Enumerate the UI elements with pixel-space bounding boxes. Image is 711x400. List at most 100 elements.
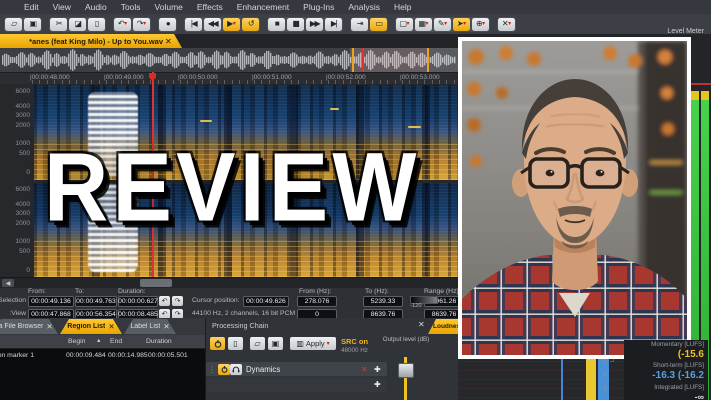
ruler-tick	[224, 80, 225, 84]
move-tool-button[interactable]: ➤▾	[453, 18, 470, 31]
chain-save-button[interactable]: ▣	[268, 337, 283, 350]
loop-button[interactable]: ↺	[242, 18, 259, 31]
chain-clear-button[interactable]: ▯	[228, 337, 243, 350]
remove-effect-icon[interactable]: ✕	[361, 365, 368, 374]
go-start-button[interactable]: |◀	[185, 18, 202, 31]
selection-from-field[interactable]: 00:00:49.136	[28, 296, 74, 307]
headphone-icon[interactable]	[230, 364, 242, 375]
menu-item-help[interactable]: Help	[394, 2, 411, 12]
menu-item-edit[interactable]: Edit	[24, 2, 39, 12]
save-file-icon: ▣	[29, 20, 35, 28]
folder-icon: ▱	[254, 339, 260, 348]
play-button[interactable]: ▶▾	[223, 18, 240, 31]
save-icon: ▣	[272, 339, 280, 348]
close-icon[interactable]: ✕	[165, 37, 172, 46]
hz-to-field[interactable]: 5239.33	[363, 296, 403, 307]
ruler-tick	[446, 80, 447, 84]
add-effect-icon[interactable]: ✚	[374, 365, 381, 374]
stop-button[interactable]: ■	[268, 18, 285, 31]
spectral-event	[408, 126, 421, 128]
eraser-button[interactable]: ◪	[69, 18, 86, 31]
horizontal-scrollbar[interactable]	[0, 277, 458, 288]
region-row-duration[interactable]: 00:00:05.501	[148, 352, 188, 359]
column-header-end[interactable]: End	[110, 338, 122, 345]
region-row-begin[interactable]: 00:00:09.484	[66, 352, 106, 359]
apply-button[interactable]: ▥ Apply ▾	[290, 337, 336, 350]
loop-icon: ↺	[248, 20, 253, 28]
effect-slot-dynamics[interactable]: ⋮ Dynamics ✕ ✚	[206, 362, 387, 376]
spectral-display-icon: ▭	[375, 20, 381, 28]
ruler-tick	[165, 80, 166, 84]
meter-yellow-right	[701, 91, 709, 100]
add-effect-icon[interactable]: ✚	[374, 380, 381, 389]
close-icon[interactable]: ✕	[418, 320, 425, 329]
cut-button[interactable]: ✂	[50, 18, 67, 31]
menu-item-analysis[interactable]: Analysis	[348, 2, 380, 12]
menu-item-audio[interactable]: Audio	[85, 2, 107, 12]
zoom-tool-button[interactable]: ⊕▾	[472, 18, 489, 31]
record-button[interactable]: ●	[159, 18, 176, 31]
spectral-display-button[interactable]: ▭	[370, 18, 387, 31]
freq-selection-tool-button[interactable]: ▦▾	[415, 18, 432, 31]
go-end-button[interactable]: ▶|	[325, 18, 342, 31]
selection-redo-icon[interactable]: ↷	[172, 296, 183, 306]
menu-item-view[interactable]: View	[53, 2, 71, 12]
to-column-label: To:	[75, 288, 84, 295]
follow-playback-button[interactable]: ⇥	[351, 18, 368, 31]
rewind-icon: ◀◀	[208, 20, 217, 28]
close-icon[interactable]: ✕	[163, 322, 169, 331]
hz-from-field[interactable]: 278.076	[297, 296, 337, 307]
selection-undo-icon[interactable]: ↶	[159, 296, 170, 306]
duration-column-label: Duration:	[118, 288, 146, 295]
pause-button[interactable]: ▮▮	[287, 18, 304, 31]
scrollbar-thumb[interactable]	[140, 279, 172, 287]
redo-button[interactable]: ↷▾	[133, 18, 150, 31]
overview-marker[interactable]	[427, 48, 429, 72]
draw-tool-button[interactable]: ✎▾	[434, 18, 451, 31]
chevron-down-icon: ▾	[143, 21, 146, 27]
db-min-label: -120	[410, 303, 422, 309]
chain-open-button[interactable]: ▱	[250, 337, 265, 350]
cursor-position-field[interactable]: 00:00:49.626	[243, 296, 289, 307]
undo-button[interactable]: ↶▾	[114, 18, 131, 31]
region-row-name[interactable]: Region marker 1	[0, 352, 34, 359]
integrated-label: Integrated [LUFS]	[654, 384, 704, 392]
menu-item-effects[interactable]: Effects	[197, 2, 223, 12]
time-selection-tool-button[interactable]: ▢▾	[396, 18, 413, 31]
chain-power-button[interactable]	[210, 337, 225, 350]
menu-item-tools[interactable]: Tools	[121, 2, 141, 12]
file-tab[interactable]: anes (feat King Milo) - Up to You.wav* ✕	[0, 34, 182, 48]
src-status: SRC on	[341, 337, 368, 346]
ruler-time-label: |00:00:51.000	[252, 74, 292, 81]
short-term-label: Short-term [LUFS]	[653, 362, 704, 370]
multi-tool-button[interactable]: ✕▾	[498, 18, 515, 31]
chevron-down-icon: ▾	[426, 21, 429, 27]
fader-handle[interactable]	[398, 363, 414, 378]
tab-label-list[interactable]: Label List✕	[124, 319, 176, 334]
sort-ascending-icon[interactable]: ▲	[96, 338, 101, 344]
close-icon[interactable]: ✕	[108, 322, 114, 331]
effect-power-icon[interactable]	[218, 364, 230, 375]
selection-to-field[interactable]: 00:00:49.763	[75, 296, 117, 307]
tab-media-file-browser[interactable]: Media File Browser✕	[0, 319, 58, 334]
rewind-button[interactable]: ◀◀	[204, 18, 221, 31]
drag-handle-icon[interactable]: ⋮	[208, 365, 216, 374]
menu-item-enhancement[interactable]: Enhancement	[237, 2, 289, 12]
region-row-end[interactable]: 00:00:14.985	[108, 352, 148, 359]
forward-button[interactable]: ▶▶	[306, 18, 323, 31]
effect-slot-empty[interactable]: ✚	[206, 378, 387, 392]
selection-duration-field[interactable]: 00:00:00.627	[118, 296, 158, 307]
paste-button[interactable]: ▯	[88, 18, 105, 31]
scroll-left-arrow-icon[interactable]: ◀	[2, 279, 14, 287]
open-file-button[interactable]: ▱	[5, 18, 22, 31]
ruler-tick	[76, 80, 77, 84]
freq-label: 2000	[0, 220, 30, 227]
save-file-button[interactable]: ▣	[24, 18, 41, 31]
menu-item-plug-ins[interactable]: Plug-Ins	[303, 2, 334, 12]
tab-label: Media File Browser	[0, 323, 43, 330]
column-header-begin[interactable]: Begin	[68, 338, 85, 345]
tab-region-list[interactable]: Region List✕	[60, 319, 122, 334]
menu-item-volume[interactable]: Volume	[155, 2, 183, 12]
overview-marker[interactable]	[352, 48, 354, 72]
column-header-duration[interactable]: Duration	[146, 338, 172, 345]
